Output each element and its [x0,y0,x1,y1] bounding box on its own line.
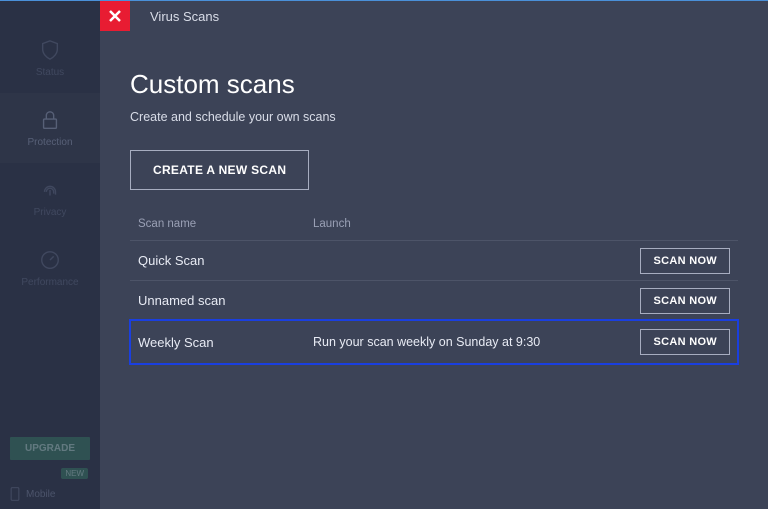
scan-rows: Quick ScanSCAN NOWUnnamed scanSCAN NOWWe… [130,240,738,364]
sidebar-item-protection[interactable]: Protection [0,93,100,163]
sidebar: Status Protection Privacy Performance UP… [0,1,100,509]
content: Custom scans Create and schedule your ow… [100,31,768,364]
close-icon [109,10,121,22]
shield-icon [39,39,61,61]
sidebar-item-privacy[interactable]: Privacy [0,163,100,233]
page-subtitle: Create and schedule your own scans [130,110,738,124]
sidebar-mobile-label: Mobile [26,489,55,500]
sidebar-item-label: Privacy [34,207,67,218]
scan-launch-text: Run your scan weekly on Sunday at 9:30 [313,335,640,349]
gauge-icon [39,249,61,271]
lock-icon [39,109,61,131]
scan-row[interactable]: Quick Scan SCAN NOW [130,240,738,280]
table-header: Scan name Launch [130,214,738,240]
header-bar: Virus Scans [100,1,768,31]
column-scan-name: Scan name [138,218,313,230]
scan-now-button[interactable]: SCAN NOW [640,329,730,355]
sidebar-mobile-link[interactable]: Mobile [10,487,90,501]
sidebar-item-label: Status [36,67,64,78]
column-launch: Launch [313,218,730,230]
scan-row[interactable]: Weekly ScanRun your scan weekly on Sunda… [130,320,738,364]
fingerprint-icon [39,179,61,201]
scan-row[interactable]: Unnamed scan SCAN NOW [130,280,738,320]
sidebar-item-status[interactable]: Status [0,23,100,93]
new-badge: NEW [61,468,88,479]
sidebar-item-label: Performance [21,277,78,288]
sidebar-item-label: Protection [27,137,72,148]
main-panel: Virus Scans Custom scans Create and sche… [100,1,768,509]
sidebar-item-performance[interactable]: Performance [0,233,100,303]
scan-now-button[interactable]: SCAN NOW [640,288,730,314]
scan-name: Weekly Scan [138,335,313,350]
close-button[interactable] [100,1,130,31]
mobile-icon [10,487,20,501]
scan-now-button[interactable]: SCAN NOW [640,248,730,274]
scan-name: Unnamed scan [138,293,313,308]
upgrade-button[interactable]: UPGRADE [10,437,90,460]
create-new-scan-button[interactable]: CREATE A NEW SCAN [130,150,309,190]
sidebar-footer: UPGRADE NEW Mobile [0,429,100,509]
page-heading: Custom scans [130,69,738,100]
scan-name: Quick Scan [138,253,313,268]
header-title: Virus Scans [150,9,219,24]
